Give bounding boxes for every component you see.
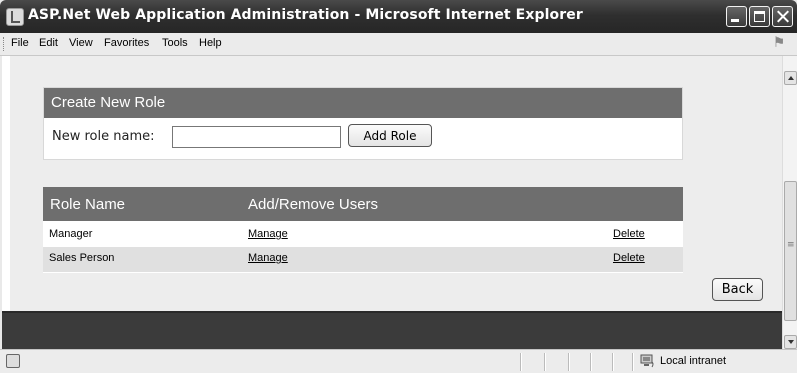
windows-logo-icon: ⚑	[772, 35, 786, 51]
new-role-name-input[interactable]	[172, 126, 341, 148]
toolbar-grip	[3, 37, 6, 51]
maximize-button[interactable]	[749, 6, 770, 27]
delete-link[interactable]: Delete	[613, 252, 645, 264]
new-role-label: New role name:	[52, 129, 155, 144]
scroll-thumb[interactable]	[784, 181, 797, 321]
back-button[interactable]: Back	[712, 278, 763, 301]
manage-link[interactable]: Manage	[248, 252, 288, 264]
vertical-scrollbar[interactable]	[782, 56, 797, 349]
browser-window: ASP.Net Web Application Administration -…	[0, 0, 797, 373]
status-divider	[568, 353, 570, 371]
column-header-add-remove-users: Add/Remove Users	[248, 196, 379, 213]
table-row: Sales Person Manage Delete	[43, 247, 683, 272]
minimize-button[interactable]	[726, 6, 747, 27]
status-divider	[544, 353, 546, 371]
page-status-icon	[6, 354, 20, 368]
column-header-role-name: Role Name	[50, 196, 126, 213]
manage-link[interactable]: Manage	[248, 228, 288, 240]
window-title: ASP.Net Web Application Administration -…	[28, 7, 583, 23]
table-row: Manager Manage Delete	[43, 223, 683, 247]
create-role-header: Create New Role	[44, 88, 682, 118]
menu-help[interactable]: Help	[199, 37, 222, 49]
scroll-up-icon[interactable]	[784, 71, 797, 85]
roles-table: Role Name Add/Remove Users Manager Manag…	[43, 187, 683, 273]
create-role-title: Create New Role	[51, 94, 166, 111]
security-zone-label: Local intranet	[660, 355, 727, 367]
delete-link[interactable]: Delete	[613, 228, 645, 240]
page-content: Create New Role New role name: Add Role …	[2, 56, 782, 349]
status-divider	[520, 353, 522, 371]
menu-bar: File Edit View Favorites Tools Help ⚑	[0, 33, 797, 56]
status-divider	[590, 353, 592, 371]
add-role-button[interactable]: Add Role	[348, 124, 432, 147]
local-intranet-icon	[640, 354, 654, 368]
scroll-down-icon[interactable]	[784, 335, 797, 349]
title-bar: ASP.Net Web Application Administration -…	[0, 0, 797, 33]
status-divider	[632, 353, 634, 371]
roles-table-header: Role Name Add/Remove Users	[43, 187, 683, 221]
role-name-cell: Manager	[49, 228, 93, 240]
status-divider	[612, 353, 614, 371]
close-button[interactable]	[772, 6, 793, 27]
menu-file[interactable]: File	[11, 37, 29, 49]
page-footer-bar	[2, 311, 782, 349]
create-role-panel: Create New Role New role name: Add Role	[43, 87, 683, 160]
role-name-cell: Sales Person	[49, 252, 115, 264]
menu-tools[interactable]: Tools	[162, 37, 188, 49]
status-bar: Local intranet	[0, 349, 797, 373]
menu-favorites[interactable]: Favorites	[104, 37, 149, 49]
menu-view[interactable]: View	[69, 37, 93, 49]
ie-page-icon	[6, 8, 24, 26]
menu-edit[interactable]: Edit	[39, 37, 58, 49]
